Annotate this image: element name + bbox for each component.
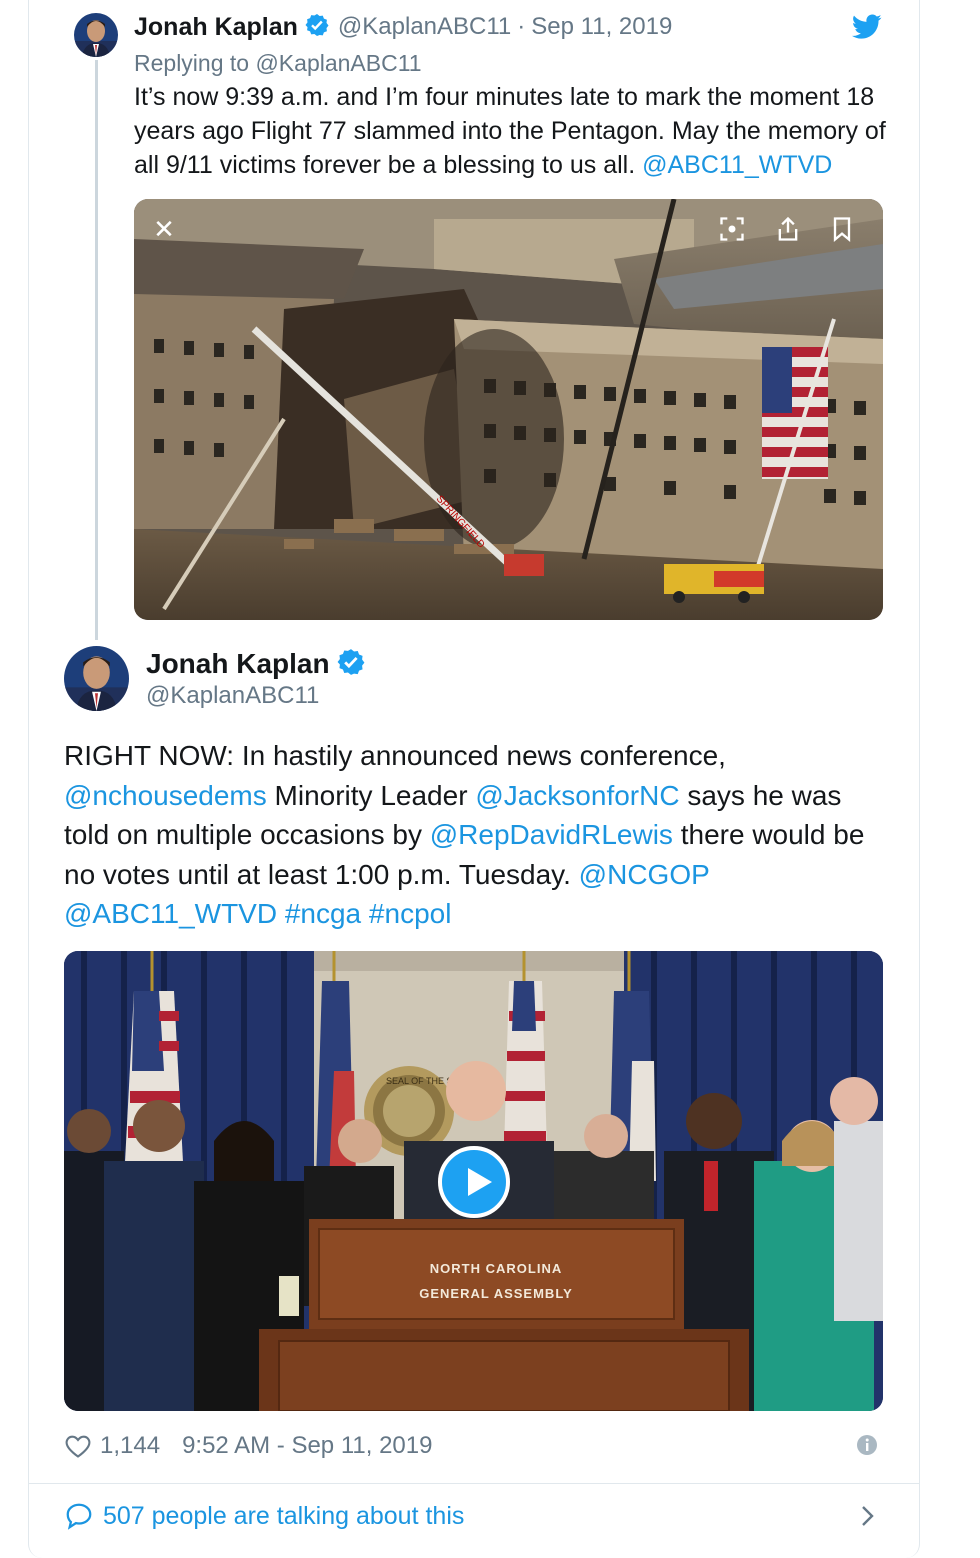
twitter-bird-icon[interactable] (852, 14, 882, 40)
tweet-timestamp[interactable]: 9:52 AM - Sep 11, 2019 (182, 1432, 432, 1460)
text-segment: Minority Leader (266, 779, 476, 811)
verified-badge-icon (337, 648, 365, 681)
hashtag-link[interactable]: #ncpol (369, 898, 452, 929)
mention-link[interactable]: @nchousedems (64, 780, 267, 811)
separator: · (517, 13, 526, 40)
bookmark-icon[interactable] (828, 215, 856, 243)
divider (28, 1483, 920, 1484)
author-handle[interactable]: @KaplanABC11 (338, 13, 511, 41)
main-author-row: Jonah Kaplan (146, 646, 365, 682)
tweet-meta: 1,144 9:52 AM - Sep 11, 2019 (64, 1430, 432, 1462)
podium-line2: GENERAL ASSEMBLY (419, 1286, 573, 1301)
chevron-right-icon[interactable] (858, 1502, 878, 1530)
author-name[interactable]: Jonah Kaplan (146, 648, 330, 680)
press-conference-video[interactable]: SEAL OF THE STATE NORTH CAROLINA GENERAL… (64, 951, 883, 1411)
info-icon[interactable] (856, 1434, 878, 1456)
podium-line1: NORTH CAROLINA (430, 1261, 562, 1276)
avatar[interactable] (64, 646, 129, 711)
like-count[interactable]: 1,144 (100, 1432, 160, 1460)
mention-link[interactable]: @ABC11_WTVD (64, 898, 277, 929)
reply-author-row: Jonah Kaplan @KaplanABC11 · Sep 11, 2019 (134, 12, 672, 42)
mention-link[interactable]: @NCGOP (579, 859, 710, 890)
mention-link[interactable]: @ABC11_WTVD (642, 151, 832, 179)
heart-icon[interactable] (64, 1432, 92, 1460)
share-icon[interactable] (774, 215, 802, 243)
verified-badge-icon (305, 13, 329, 42)
conversation-text[interactable]: 507 people are talking about this (103, 1502, 464, 1531)
mention-link[interactable]: @RepDavidRLewis (430, 819, 673, 850)
reply-tweet-text: It’s now 9:39 a.m. and I’m four minutes … (134, 80, 894, 182)
tweet-date[interactable]: Sep 11, 2019 (531, 13, 672, 41)
close-icon[interactable]: ✕ (148, 213, 180, 245)
mention-link[interactable]: @JacksonforNC (475, 780, 679, 811)
pentagon-photo[interactable]: SPRINGFIELD ✕ (134, 199, 883, 620)
zoom-icon[interactable] (718, 215, 746, 243)
text-segment: RIGHT NOW: In hastily announced news con… (64, 740, 726, 771)
thread-line (95, 60, 98, 640)
main-tweet-text: RIGHT NOW: In hastily announced news con… (64, 736, 894, 934)
reply-bubble-icon (64, 1501, 94, 1531)
conversation-link[interactable]: 507 people are talking about this (64, 1498, 464, 1534)
author-name[interactable]: Jonah Kaplan (134, 13, 298, 42)
play-icon[interactable] (438, 1146, 510, 1218)
avatar[interactable] (74, 13, 118, 57)
author-handle[interactable]: @KaplanABC11 (146, 682, 319, 710)
replying-to[interactable]: Replying to @KaplanABC11 (134, 50, 422, 77)
hashtag-link[interactable]: #ncga (285, 898, 361, 929)
